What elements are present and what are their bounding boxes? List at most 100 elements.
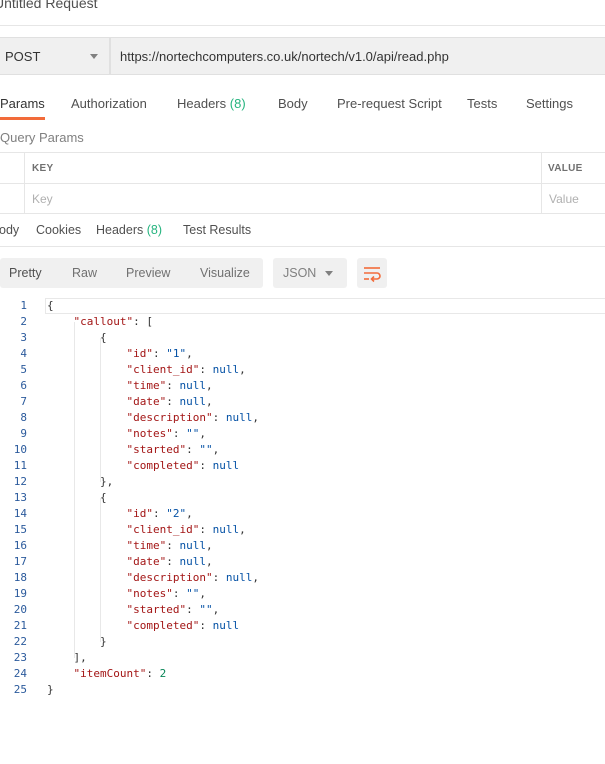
code-text: "started": "", — [126, 443, 220, 456]
tab-label: Authorization — [71, 96, 147, 111]
indent-guide — [74, 322, 75, 658]
tab-label: Test Results — [183, 223, 252, 237]
code-text: "notes": "", — [126, 587, 206, 600]
code-text: ], — [47, 651, 87, 664]
tab-label: Headers — [96, 223, 144, 237]
line-number: 18 — [13, 571, 27, 584]
code-line: 4 "id": "1", — [0, 346, 605, 362]
line-number: 7 — [20, 395, 27, 408]
code-line: 7 "date": null, — [0, 394, 605, 410]
wrap-lines-button[interactable] — [357, 258, 387, 288]
language-label: JSON — [283, 266, 317, 280]
code-line: 12 }, — [0, 474, 605, 490]
code-line: 6 "time": null, — [0, 378, 605, 394]
line-number: 20 — [13, 603, 27, 616]
code-line: 3 { — [0, 330, 605, 346]
params-table: KEY VALUE Key Value — [0, 152, 605, 214]
code-text: "client_id": null, — [126, 523, 246, 536]
response-tab-test-results[interactable]: Test Results — [183, 223, 251, 237]
response-tab-headers[interactable]: Headers (8) — [96, 223, 162, 237]
key-input[interactable]: Key — [32, 192, 53, 206]
code-text: "client_id": null, — [126, 363, 246, 376]
code-text: "started": "", — [126, 603, 220, 616]
headers-count-badge: (8) — [229, 96, 246, 111]
code-text: "description": null, — [126, 571, 259, 584]
preview-button[interactable]: Preview — [126, 266, 170, 280]
tab-label: Headers — [177, 96, 227, 111]
code-line: 2 "callout": [ — [0, 314, 605, 330]
value-input[interactable]: Value — [549, 192, 579, 206]
tab-settings[interactable]: Settings — [526, 96, 573, 120]
code-text: "time": null, — [126, 379, 213, 392]
line-number: 10 — [13, 443, 27, 456]
chevron-down-icon — [325, 271, 333, 276]
code-line: 10 "started": "", — [0, 442, 605, 458]
code-line: 18 "description": null, — [0, 570, 605, 586]
column-divider — [24, 153, 25, 214]
code-text: "itemCount": 2 — [73, 667, 167, 680]
language-select[interactable]: JSON — [273, 258, 347, 288]
line-number: 4 — [20, 347, 27, 360]
url-input[interactable] — [110, 37, 605, 75]
code-text: "time": null, — [126, 539, 213, 552]
line-number: 13 — [13, 491, 27, 504]
tab-label: Tests — [467, 96, 498, 111]
wrap-lines-icon — [364, 267, 381, 283]
response-tab-cookies[interactable]: Cookies — [36, 223, 81, 237]
code-line: 16 "time": null, — [0, 538, 605, 554]
code-line: 22 } — [0, 634, 605, 650]
tab-label: Cookies — [36, 223, 82, 237]
tab-label: Body — [278, 96, 308, 111]
tab-pre-request-script[interactable]: Pre-request Script — [337, 96, 442, 120]
code-line: 17 "date": null, — [0, 554, 605, 570]
code-text: "completed": null — [126, 619, 240, 632]
code-text: "notes": "", — [126, 427, 206, 440]
tab-tests[interactable]: Tests — [467, 96, 497, 120]
line-number: 11 — [13, 459, 27, 472]
params-header-row — [0, 153, 605, 184]
response-body-editor[interactable]: 1{2 "callout": [3 {4 "id": "1", 5 "client… — [0, 298, 605, 698]
tab-authorization[interactable]: Authorization — [71, 96, 147, 120]
key-column-header: KEY — [32, 163, 54, 174]
tab-label: Settings — [526, 96, 573, 111]
code-text: "id": "2", — [126, 507, 193, 520]
line-number: 14 — [13, 507, 27, 520]
response-tab-body[interactable]: ody — [0, 223, 19, 237]
url-bar: POST — [0, 37, 605, 75]
pretty-button[interactable]: Pretty — [9, 266, 42, 280]
value-column-header: VALUE — [548, 163, 583, 174]
query-params-title: Query Params — [0, 130, 84, 145]
tab-label: Pre-request Script — [337, 96, 442, 111]
line-number: 8 — [20, 411, 27, 424]
code-text: "id": "1", — [126, 347, 193, 360]
code-line: 15 "client_id": null, — [0, 522, 605, 538]
code-text: "completed": null — [126, 459, 240, 472]
method-select[interactable]: POST — [0, 37, 110, 75]
tab-body[interactable]: Body — [278, 96, 308, 120]
line-number: 16 — [13, 539, 27, 552]
request-title[interactable]: Untitled Request — [0, 0, 98, 11]
code-line: 1{ — [0, 298, 605, 314]
line-number: 17 — [13, 555, 27, 568]
line-number: 24 — [13, 667, 27, 680]
method-label: POST — [5, 49, 41, 64]
line-number: 25 — [13, 683, 27, 696]
line-number: 22 — [13, 635, 27, 648]
tab-params[interactable]: Params — [0, 96, 45, 120]
indent-guide — [100, 338, 101, 482]
code-text: } — [47, 635, 107, 648]
code-line: 21 "completed": null — [0, 618, 605, 634]
code-text: { — [47, 331, 107, 344]
tab-label: Params — [0, 96, 45, 111]
tab-headers[interactable]: Headers (8) — [177, 96, 246, 120]
visualize-button[interactable]: Visualize — [200, 266, 250, 280]
line-number: 6 — [20, 379, 27, 392]
code-text: }, — [47, 475, 114, 488]
line-number: 2 — [20, 315, 27, 328]
raw-button[interactable]: Raw — [72, 266, 97, 280]
code-line: 19 "notes": "", — [0, 586, 605, 602]
line-number: 23 — [13, 651, 27, 664]
code-line: 11 "completed": null — [0, 458, 605, 474]
request-title-bar: Untitled Request — [0, 0, 605, 26]
line-number: 5 — [20, 363, 27, 376]
